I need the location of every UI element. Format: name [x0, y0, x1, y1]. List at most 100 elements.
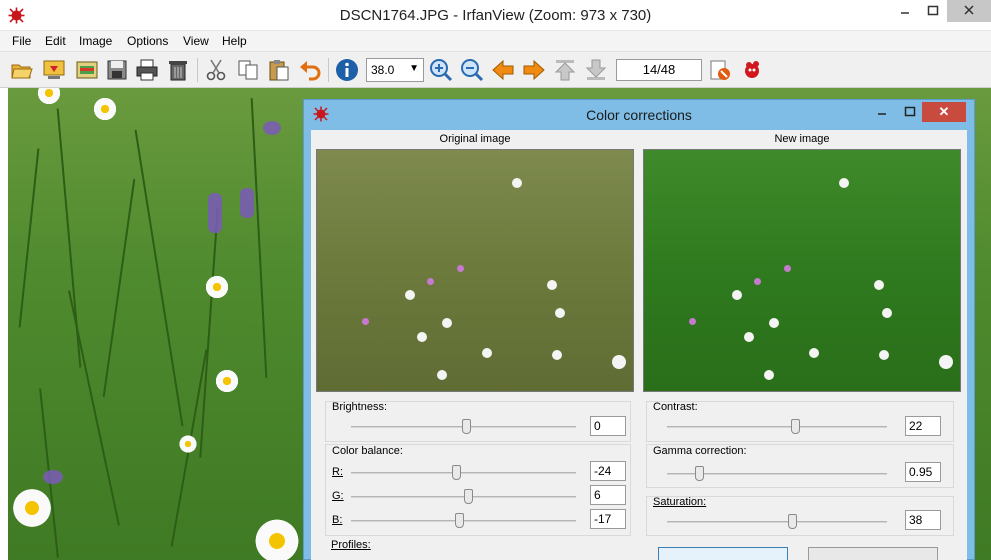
original-image-preview [316, 149, 634, 392]
daisy-flower [252, 516, 302, 560]
contrast-label: Contrast: [653, 401, 698, 413]
thumbnails-icon[interactable] [75, 58, 99, 82]
irfanview-about-icon[interactable] [740, 58, 764, 82]
green-value-field[interactable]: 6 [590, 485, 626, 505]
menu-bar: File Edit Image Options View Help [0, 31, 991, 51]
info-icon[interactable] [335, 58, 359, 82]
contrast-value-field[interactable]: 22 [905, 416, 941, 436]
preview-flower [482, 348, 492, 358]
contrast-slider-track[interactable] [667, 426, 887, 428]
chevron-down-icon[interactable]: ▼ [409, 63, 419, 74]
green-slider-thumb[interactable] [464, 489, 473, 504]
daisy-flower [178, 434, 198, 454]
preview-purple-flower [457, 265, 464, 272]
preview-flower [839, 178, 849, 188]
daisy-flower [36, 88, 62, 106]
color-balance-label: Color balance: [332, 445, 403, 457]
close-button[interactable] [947, 0, 991, 22]
preview-purple-flower [362, 318, 369, 325]
preview-flower [732, 290, 742, 300]
page-indicator[interactable]: 14/48 [616, 59, 702, 81]
save-icon[interactable] [105, 58, 129, 82]
dialog-title-bar: Color corrections ✕ [304, 100, 974, 128]
dialog-minimize-button[interactable] [869, 102, 895, 122]
last-file-arrow-icon[interactable] [584, 58, 608, 82]
gamma-correction-group: Gamma correction: 0.95 [646, 444, 954, 488]
contrast-slider-thumb[interactable] [791, 419, 800, 434]
contrast-group: Contrast: 22 [646, 401, 954, 442]
zoom-out-icon[interactable] [460, 58, 484, 82]
toolbar: 38.0 ▼ 14/48 [0, 51, 991, 88]
purple-flower [240, 188, 254, 218]
saturation-slider-track[interactable] [667, 521, 887, 523]
grass-blade [134, 129, 184, 427]
zoom-combobox[interactable]: 38.0 ▼ [366, 58, 424, 82]
menu-view[interactable]: View [183, 34, 209, 48]
preview-flower [879, 350, 889, 360]
minimize-button[interactable] [892, 0, 918, 22]
daisy-flower [10, 486, 54, 530]
preview-flower [882, 308, 892, 318]
toolbar-separator [328, 58, 329, 82]
preview-flower [809, 348, 819, 358]
preview-flower [769, 318, 779, 328]
saturation-label: Saturation: [653, 496, 707, 508]
preview-flower [442, 318, 452, 328]
slideshow-icon[interactable] [42, 58, 66, 82]
first-file-arrow-icon[interactable] [553, 58, 577, 82]
brightness-label: Brightness: [332, 401, 388, 413]
menu-file[interactable]: File [12, 34, 31, 48]
brightness-group: Brightness: 0 [325, 401, 631, 442]
color-corrections-dialog: Color corrections ✕ Original image New i… [303, 99, 975, 560]
menu-options[interactable]: Options [127, 34, 168, 48]
dialog-close-button[interactable]: ✕ [922, 102, 966, 122]
new-image-label: New image [774, 133, 830, 145]
dialog-button[interactable] [658, 547, 788, 560]
red-value-field[interactable]: -24 [590, 461, 626, 481]
brightness-slider-thumb[interactable] [462, 419, 471, 434]
gamma-slider-thumb[interactable] [695, 466, 704, 481]
blue-slider-thumb[interactable] [455, 513, 464, 528]
undo-icon[interactable] [298, 58, 322, 82]
preview-flower [555, 308, 565, 318]
next-file-arrow-icon[interactable] [522, 58, 546, 82]
grass-blade [102, 178, 136, 398]
preview-flower [612, 355, 626, 369]
previous-file-arrow-icon[interactable] [491, 58, 515, 82]
preview-flower [552, 350, 562, 360]
preview-flower [405, 290, 415, 300]
toolbar-separator [197, 58, 198, 82]
open-folder-icon[interactable] [10, 58, 34, 82]
daisy-flower [204, 274, 230, 300]
menu-image[interactable]: Image [79, 34, 112, 48]
preview-purple-flower [784, 265, 791, 272]
grass-blade [199, 208, 219, 458]
preview-flower [547, 280, 557, 290]
properties-settings-icon[interactable] [708, 58, 732, 82]
saturation-value-field[interactable]: 38 [905, 510, 941, 530]
preview-flower [939, 355, 953, 369]
preview-flower [512, 178, 522, 188]
daisy-flower [214, 368, 240, 394]
original-image-label: Original image [439, 133, 511, 145]
preview-purple-flower [689, 318, 696, 325]
preview-flower [764, 370, 774, 380]
paste-icon[interactable] [267, 58, 291, 82]
copy-icon[interactable] [236, 58, 260, 82]
window-title: DSCN1764.JPG - IrfanView (Zoom: 973 x 73… [339, 7, 652, 24]
saturation-slider-thumb[interactable] [788, 514, 797, 529]
dialog-button[interactable] [808, 547, 938, 560]
gamma-value-field[interactable]: 0.95 [905, 462, 941, 482]
blue-value-field[interactable]: -17 [590, 509, 626, 529]
cut-icon[interactable] [204, 58, 228, 82]
brightness-value-field[interactable]: 0 [590, 416, 626, 436]
red-slider-track[interactable] [351, 472, 576, 474]
print-icon[interactable] [135, 58, 159, 82]
menu-edit[interactable]: Edit [45, 34, 66, 48]
red-slider-thumb[interactable] [452, 465, 461, 480]
menu-help[interactable]: Help [222, 34, 247, 48]
delete-icon[interactable] [166, 58, 190, 82]
maximize-button[interactable] [920, 0, 946, 22]
zoom-in-icon[interactable] [429, 58, 453, 82]
dialog-maximize-button[interactable] [897, 102, 923, 122]
